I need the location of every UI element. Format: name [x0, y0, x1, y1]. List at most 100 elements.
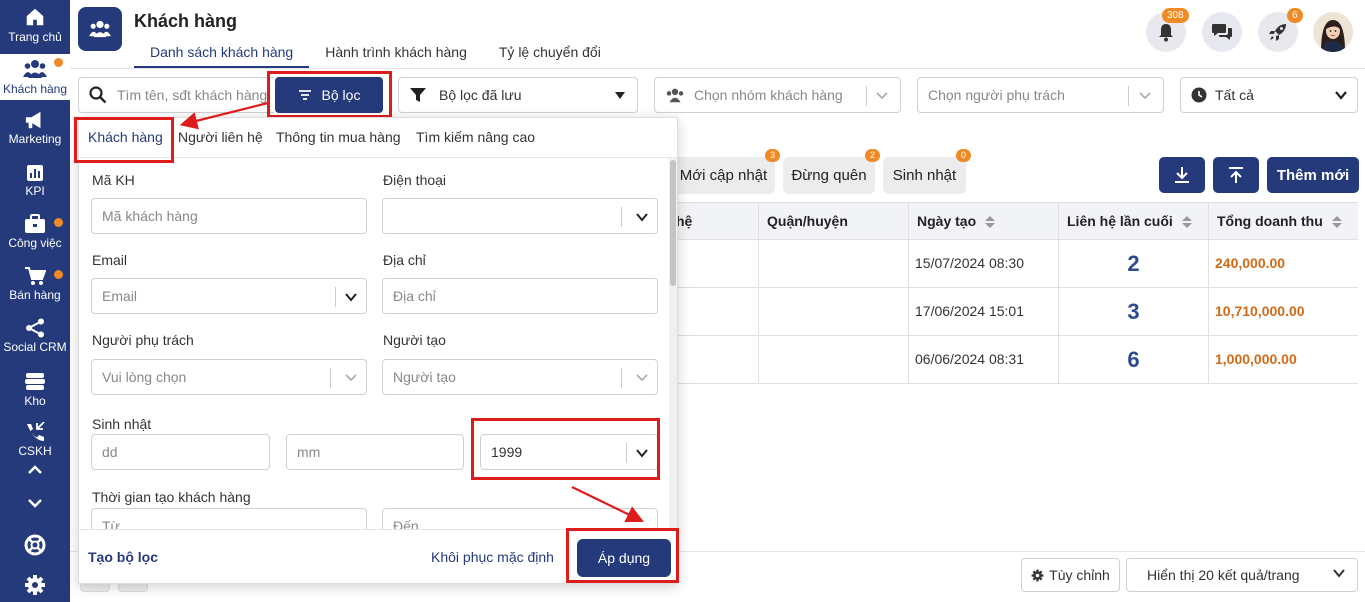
creator-placeholder: Người tạo — [393, 369, 456, 385]
revenue-cell: 1,000,000.00 — [1208, 336, 1358, 383]
scroll-up-button[interactable] — [0, 464, 70, 476]
sidebar-item-sales[interactable]: Bán hàng — [0, 266, 70, 308]
tab-customer-list[interactable]: Danh sách khách hàng — [134, 38, 310, 68]
chevron-down-icon — [636, 374, 648, 382]
sidebar-item-tasks[interactable]: Công việc — [0, 214, 70, 256]
filter-tab-customer[interactable]: Khách hàng — [88, 129, 163, 145]
users-icon — [89, 20, 111, 38]
upload-button[interactable] — [1213, 157, 1259, 193]
table-row[interactable]: 06/06/2024 08:31 6 1,000,000.00 — [676, 336, 1358, 384]
last-contact-cell[interactable]: 2 — [1058, 240, 1208, 287]
chip-label: Đừng quên — [791, 167, 867, 184]
email-select[interactable]: Email — [91, 278, 367, 314]
time-range-select[interactable]: Tất cả — [1180, 77, 1358, 113]
table-row[interactable]: 15/07/2024 08:30 2 240,000.00 — [676, 240, 1358, 288]
filter-panel: Khách hàng Người liên hệ Thông tin mua h… — [78, 117, 678, 584]
download-button[interactable] — [1159, 157, 1205, 193]
gear-icon — [25, 575, 45, 595]
owner-select[interactable]: Chọn người phụ trách — [917, 77, 1164, 113]
main-tabs: Danh sách khách hàng Hành trình khách hà… — [134, 38, 617, 68]
last-contact-cell[interactable]: 3 — [1058, 288, 1208, 335]
chevron-down-icon — [876, 92, 888, 100]
chip-recently-updated[interactable]: Mới cập nhật — [672, 157, 775, 194]
created-date-cell: 06/06/2024 08:31 — [908, 336, 1058, 383]
owner-filter-select[interactable]: Vui lòng chọn — [91, 359, 367, 395]
filter-scroll-thumb[interactable] — [670, 160, 676, 286]
support-button[interactable] — [0, 534, 70, 556]
creator-select[interactable]: Người tạo — [382, 359, 658, 395]
gear-icon — [1031, 569, 1044, 581]
search-input[interactable] — [117, 87, 267, 103]
chip-birthday[interactable]: Sinh nhật — [883, 157, 966, 194]
chip-label: Mới cập nhật — [679, 167, 768, 184]
customize-button[interactable]: Tùy chỉnh — [1021, 558, 1120, 592]
caret-down-icon — [615, 92, 625, 99]
birthday-day-input[interactable]: dd — [91, 434, 270, 470]
chevron-down-icon — [1335, 91, 1347, 100]
saved-filter-label: Bộ lọc đã lưu — [439, 87, 522, 103]
apply-button[interactable]: Áp dụng — [577, 539, 671, 577]
last-contact-cell[interactable]: 6 — [1058, 336, 1208, 383]
sidebar-item-label: Social CRM — [3, 340, 67, 354]
sidebar-item-label: KPI — [25, 184, 45, 198]
column-header[interactable]: Tổng doanh thu — [1208, 203, 1358, 241]
birthday-month-input[interactable]: mm — [286, 434, 464, 470]
address-placeholder: Địa chỉ — [393, 288, 436, 304]
birthday-month-placeholder: mm — [297, 444, 321, 460]
add-new-button[interactable]: Thêm mới — [1267, 157, 1359, 193]
column-header[interactable]: Ngày tạo — [908, 203, 1058, 241]
sidebar-item-social-crm[interactable]: Social CRM — [0, 318, 70, 360]
sidebar-item-kpi[interactable]: KPI — [0, 164, 70, 204]
scroll-down-button[interactable] — [0, 497, 70, 509]
page-title: Khách hàng — [134, 11, 238, 31]
chart-icon — [27, 165, 43, 181]
saved-filter-select[interactable]: Bộ lọc đã lưu — [398, 77, 638, 113]
chip-badge: 3 — [765, 149, 780, 162]
avatar[interactable] — [1313, 12, 1353, 52]
creator-label: Người tạo — [383, 332, 446, 348]
table-header: hệ Quận/huyện Ngày tạo Liên hệ lần cuối … — [676, 202, 1358, 241]
sidebar-item-customers[interactable]: Khách hàng — [0, 54, 70, 100]
search-box — [78, 77, 274, 113]
sidebar-item-marketing[interactable]: Marketing — [0, 110, 70, 152]
chip-label: Sinh nhật — [892, 167, 957, 184]
address-input[interactable]: Địa chỉ — [382, 278, 658, 314]
notification-dot — [54, 58, 63, 67]
tab-conversion-rate[interactable]: Tỷ lệ chuyển đổi — [483, 38, 617, 68]
filter-tab-advanced-search[interactable]: Tìm kiếm nâng cao — [416, 129, 535, 145]
table-row[interactable]: 17/06/2024 15:01 3 10,710,000.00 — [676, 288, 1358, 336]
table-cell — [758, 240, 908, 287]
birthday-year-select[interactable]: 1999 — [480, 434, 658, 470]
chat-button[interactable] — [1202, 12, 1242, 52]
table-cell — [758, 288, 908, 335]
phone-label: Điện thoại — [383, 172, 447, 188]
settings-button[interactable] — [0, 574, 70, 596]
phone-select[interactable] — [382, 198, 658, 234]
sidebar-item-cskh[interactable]: CSKH — [0, 422, 70, 458]
email-label: Email — [92, 252, 128, 268]
create-filter-link[interactable]: Tạo bộ lọc — [88, 549, 158, 565]
sidebar-item-home[interactable]: Trang chủ — [0, 4, 70, 48]
customer-group-select[interactable]: Chọn nhóm khách hàng — [654, 77, 901, 113]
bell-icon — [1159, 24, 1173, 42]
column-header: Quận/huyện — [758, 203, 908, 241]
lifebuoy-icon — [24, 534, 46, 556]
email-placeholder: Email — [102, 288, 138, 304]
sidebar-item-warehouse[interactable]: Kho — [0, 372, 70, 412]
sort-icon — [1331, 216, 1342, 229]
filter-tab-purchase-info[interactable]: Thông tin mua hàng — [276, 129, 401, 145]
table-cell — [758, 336, 908, 383]
filter-tab-contact[interactable]: Người liên hệ — [178, 129, 263, 145]
user-avatar-icon — [1321, 20, 1345, 52]
chevron-down-icon — [1333, 569, 1345, 578]
tab-customer-journey[interactable]: Hành trình khách hàng — [309, 38, 483, 68]
page-size-select[interactable]: Hiển thị 20 kết quả/trang — [1126, 558, 1358, 592]
sidebar-item-label: Trang chủ — [8, 30, 62, 44]
column-header[interactable]: Liên hệ lần cuối — [1058, 203, 1208, 241]
chip-badge: 0 — [956, 149, 971, 162]
chip-dont-forget[interactable]: Đừng quên — [783, 157, 875, 194]
filter-button[interactable]: Bộ lọc — [275, 77, 383, 113]
customer-code-input[interactable]: Mã khách hàng — [91, 198, 367, 234]
reset-default-button[interactable]: Khôi phục mặc định — [431, 549, 554, 565]
column-header-label: Ngày tạo — [917, 213, 977, 229]
